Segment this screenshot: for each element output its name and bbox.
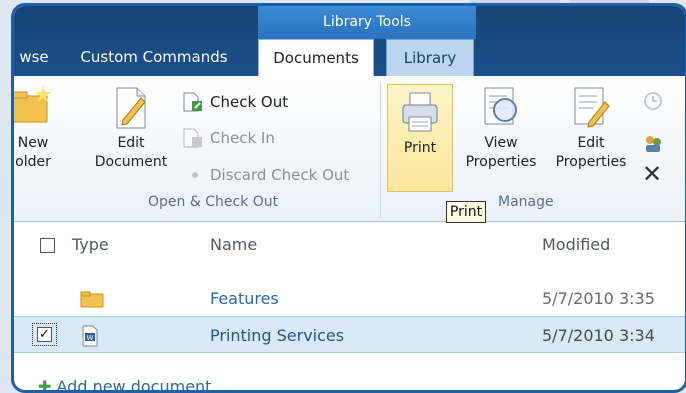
- folder-icon: [80, 291, 104, 308]
- document-library-list: Type Name Modified Features 5/7/2010 3:3…: [14, 222, 685, 393]
- shared-with-icon[interactable]: [642, 132, 664, 154]
- row-modified: 5/7/2010 3:35: [542, 289, 655, 308]
- group-label-manage: Manage: [498, 194, 554, 210]
- edit-properties-button[interactable]: Edit Properties: [546, 84, 636, 172]
- column-header-modified[interactable]: Modified: [542, 235, 610, 254]
- check-in-icon: [183, 128, 202, 148]
- discard-check-out-button[interactable]: Discard Check Out: [190, 163, 390, 187]
- tab-browse[interactable]: wse: [14, 39, 54, 76]
- edit-document-icon: [116, 87, 146, 129]
- row-focus-outline: ✓: [32, 323, 57, 346]
- view-properties-button[interactable]: View Properties: [458, 84, 544, 172]
- discard-check-out-icon: [192, 172, 198, 178]
- sharepoint-window: Library Tools wse Custom Commands Docume…: [11, 3, 686, 393]
- tab-documents[interactable]: Documents: [258, 39, 374, 76]
- check-in-button[interactable]: Check In: [182, 126, 352, 150]
- view-properties-label-1: View: [484, 135, 518, 151]
- check-out-icon: [183, 92, 202, 112]
- table-row-selected[interactable]: ✓ W Printing Services 5/7/2010 3:34: [14, 316, 685, 353]
- svg-text:W: W: [87, 334, 94, 342]
- ribbon-tab-bar: Library Tools wse Custom Commands Docume…: [14, 6, 685, 76]
- add-new-document-label: Add new document: [56, 377, 212, 393]
- select-all-checkbox[interactable]: [40, 238, 55, 253]
- row-modified: 5/7/2010 3:34: [542, 326, 655, 345]
- edit-document-button[interactable]: Edit Document: [86, 84, 176, 172]
- word-doc-icon: W: [82, 325, 98, 347]
- tab-library[interactable]: Library: [386, 39, 474, 76]
- new-folder-label-1: New: [17, 135, 49, 151]
- print-tooltip: Print: [446, 201, 486, 223]
- row-name-link[interactable]: Features: [210, 289, 279, 308]
- view-properties-icon: [484, 87, 517, 125]
- group-separator: [380, 82, 381, 218]
- tab-custom-commands[interactable]: Custom Commands: [64, 39, 244, 76]
- version-history-icon[interactable]: [642, 90, 664, 112]
- row-select-checkbox[interactable]: ✓: [37, 327, 52, 342]
- delete-icon[interactable]: ✕: [642, 160, 662, 188]
- print-button-highlight[interactable]: Print: [387, 84, 453, 192]
- edit-properties-icon: [574, 87, 610, 128]
- check-out-button[interactable]: Check Out: [182, 90, 352, 114]
- discard-check-out-label: Discard Check Out: [210, 166, 350, 184]
- new-folder-button[interactable]: New older: [14, 84, 60, 172]
- edit-properties-label-1: Edit: [577, 135, 605, 151]
- add-icon: ✚: [38, 377, 52, 393]
- library-tools-context-header: Library Tools: [258, 6, 476, 39]
- print-label: Print: [403, 140, 437, 156]
- edit-document-label-2: Document: [94, 154, 168, 170]
- printer-icon: [402, 92, 438, 132]
- view-properties-label-2: Properties: [465, 154, 537, 170]
- new-folder-icon: [14, 86, 51, 123]
- edit-document-label-1: Edit: [117, 135, 145, 151]
- column-header-name[interactable]: Name: [210, 235, 257, 254]
- edit-properties-label-2: Properties: [555, 154, 627, 170]
- add-new-document-link[interactable]: ✚ Add new document: [38, 377, 212, 393]
- table-row[interactable]: Features 5/7/2010 3:35: [14, 280, 685, 317]
- new-folder-label-2: older: [15, 154, 51, 170]
- print-button[interactable]: Print: [388, 91, 452, 158]
- check-out-label: Check Out: [210, 93, 289, 111]
- ribbon-documents-panel: New older Edit Document Check Out Check …: [14, 76, 685, 222]
- list-header: Type Name Modified: [14, 222, 685, 266]
- column-header-type[interactable]: Type: [72, 235, 109, 254]
- row-name-link[interactable]: Printing Services: [210, 326, 344, 345]
- group-label-open-check-out: Open & Check Out: [148, 194, 279, 210]
- check-in-label: Check In: [210, 129, 275, 147]
